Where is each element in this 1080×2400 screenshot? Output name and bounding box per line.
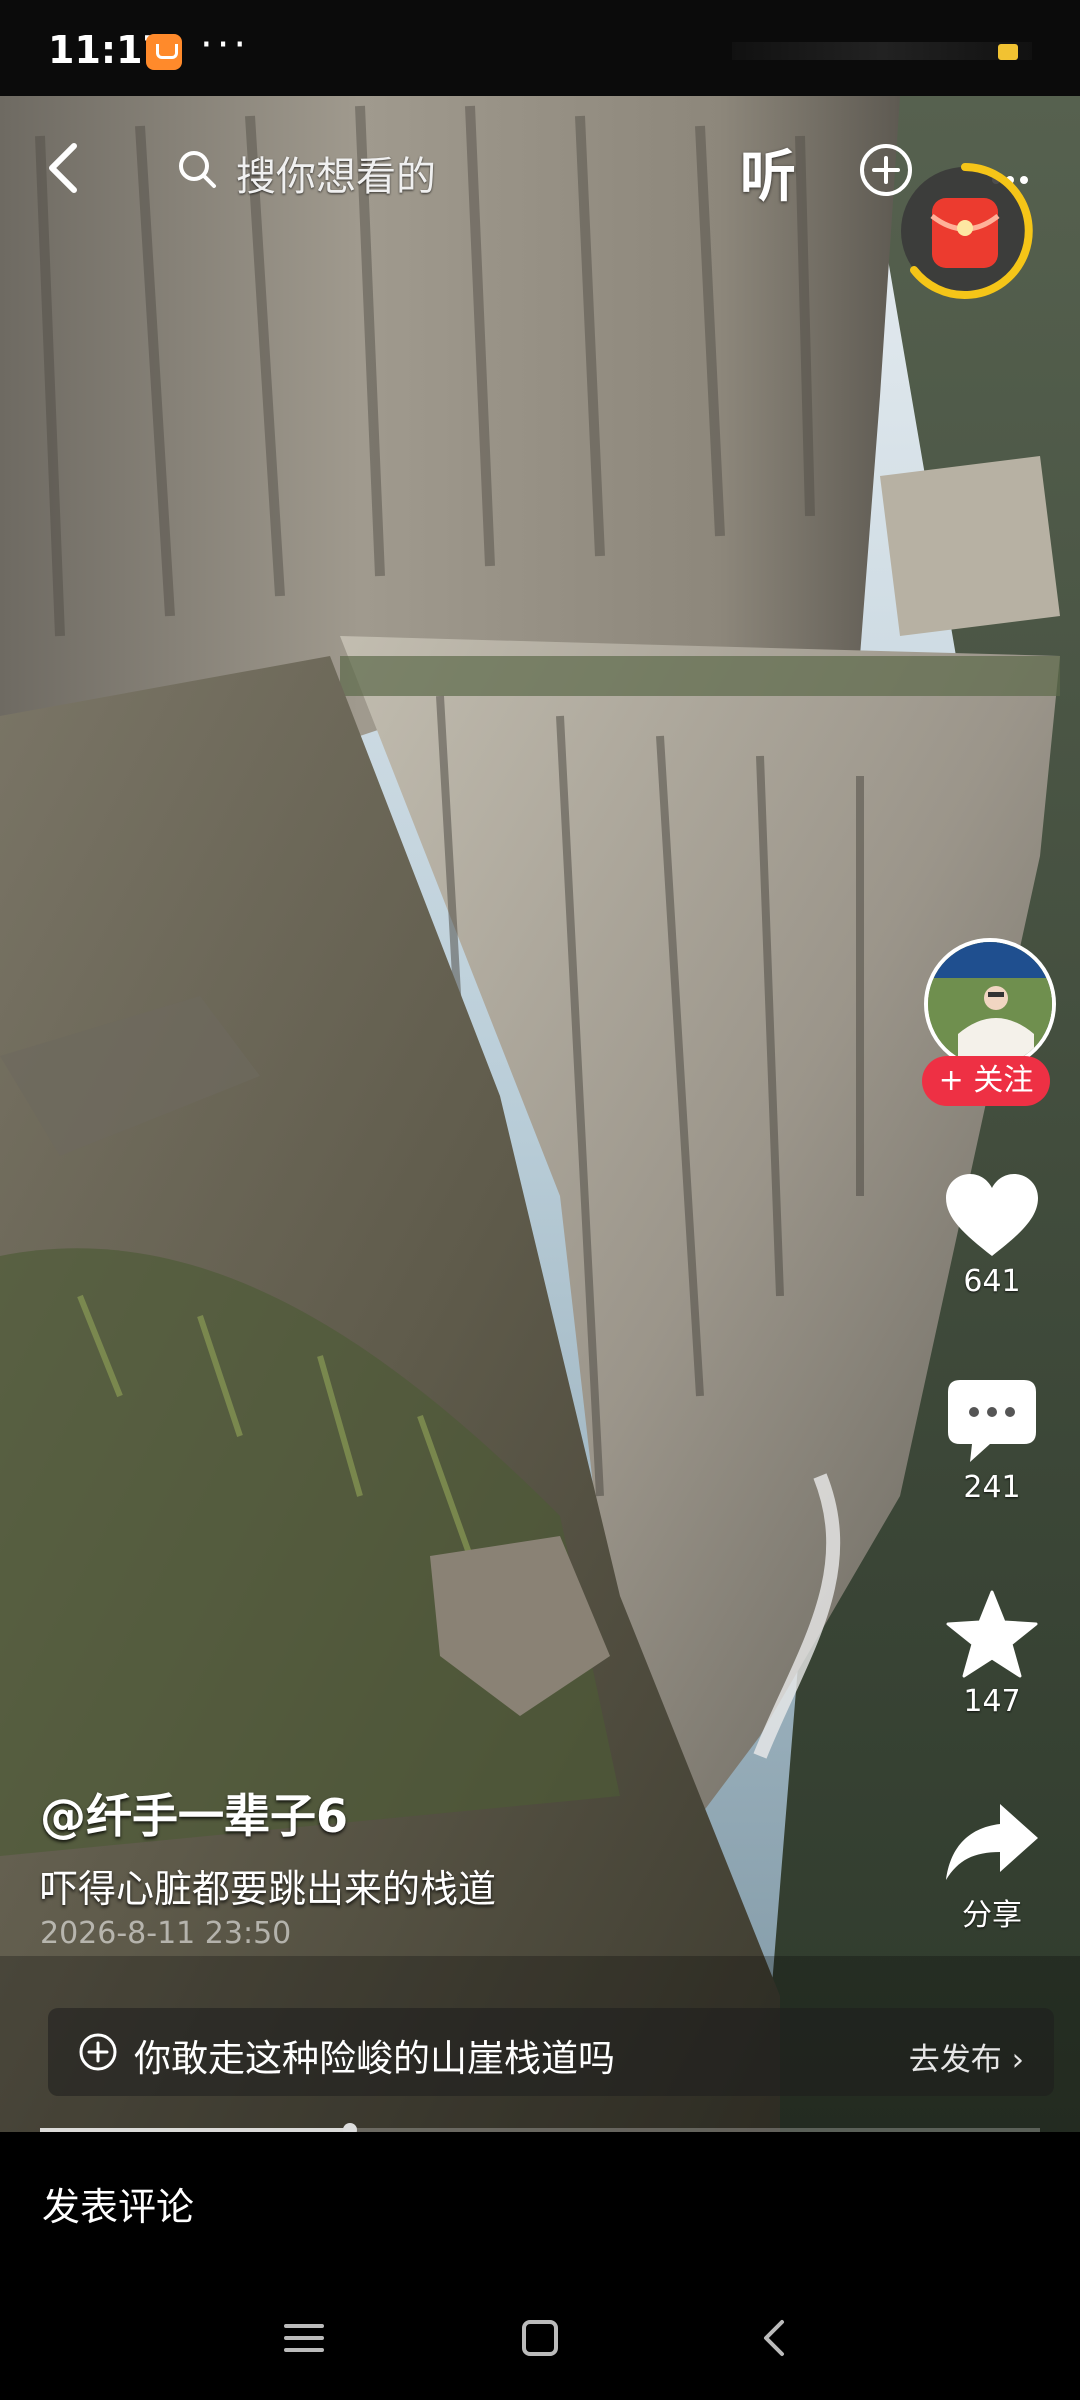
home-button[interactable]	[512, 2310, 568, 2366]
comment-icon	[948, 1380, 1036, 1462]
system-nav-bar	[0, 2272, 1080, 2400]
battery-icon	[998, 44, 1018, 60]
menu-icon	[284, 2324, 324, 2352]
star-icon	[946, 1590, 1038, 1678]
share-label: 分享	[962, 1898, 1022, 1933]
comment-count: 241	[963, 1470, 1021, 1505]
status-more-dots: ···	[200, 22, 251, 68]
follow-button[interactable]: + 关注	[922, 1056, 1050, 1106]
back-nav-icon	[764, 2320, 784, 2356]
favorite-button[interactable]: 147	[922, 1590, 1062, 1719]
share-icon	[946, 1804, 1038, 1880]
red-packet-button[interactable]	[894, 160, 1036, 302]
favorite-count: 147	[963, 1684, 1021, 1719]
author-avatar-group: + 关注	[922, 938, 1062, 1110]
topic-bar[interactable]: 你敢走这种险峻的山崖栈道吗 去发布 ›	[48, 2008, 1054, 2096]
back-icon	[49, 143, 77, 193]
menu-button[interactable]	[276, 2310, 332, 2366]
listen-button[interactable]: 听	[740, 132, 796, 213]
post-caption: 吓得心脏都要跳出来的栈道	[40, 1867, 497, 1911]
search-box[interactable]: 搜你想看的	[176, 142, 516, 200]
home-icon	[522, 2320, 558, 2356]
back-nav-button[interactable]	[748, 2310, 804, 2366]
comment-button[interactable]: 241	[922, 1378, 1062, 1505]
app-notification-icon	[146, 34, 182, 70]
comment-bar[interactable]: 发表评论	[0, 2132, 1080, 2272]
like-button[interactable]: 641	[922, 1172, 1062, 1299]
search-icon	[179, 151, 216, 188]
comment-input[interactable]: 发表评论	[42, 2176, 194, 2231]
plus-circle-icon	[79, 2033, 117, 2071]
status-indicators	[732, 42, 1032, 60]
back-button[interactable]	[42, 140, 86, 196]
red-packet-icon	[901, 163, 1033, 299]
avatar[interactable]	[924, 938, 1056, 1070]
topic-text: 你敢走这种险峻的山崖栈道吗	[134, 2037, 615, 2080]
publish-link[interactable]: 去发布 ›	[909, 2034, 1024, 2079]
status-bar: 11:17 ···	[0, 0, 1080, 96]
like-count: 641	[963, 1264, 1021, 1299]
author-handle[interactable]: @纤手一辈子6	[40, 1780, 348, 1846]
share-button[interactable]: 分享	[922, 1800, 1062, 1934]
search-placeholder: 搜你想看的	[236, 154, 436, 200]
post-date: 2026-8-11 23:50	[40, 1916, 292, 1951]
heart-icon	[946, 1174, 1038, 1256]
